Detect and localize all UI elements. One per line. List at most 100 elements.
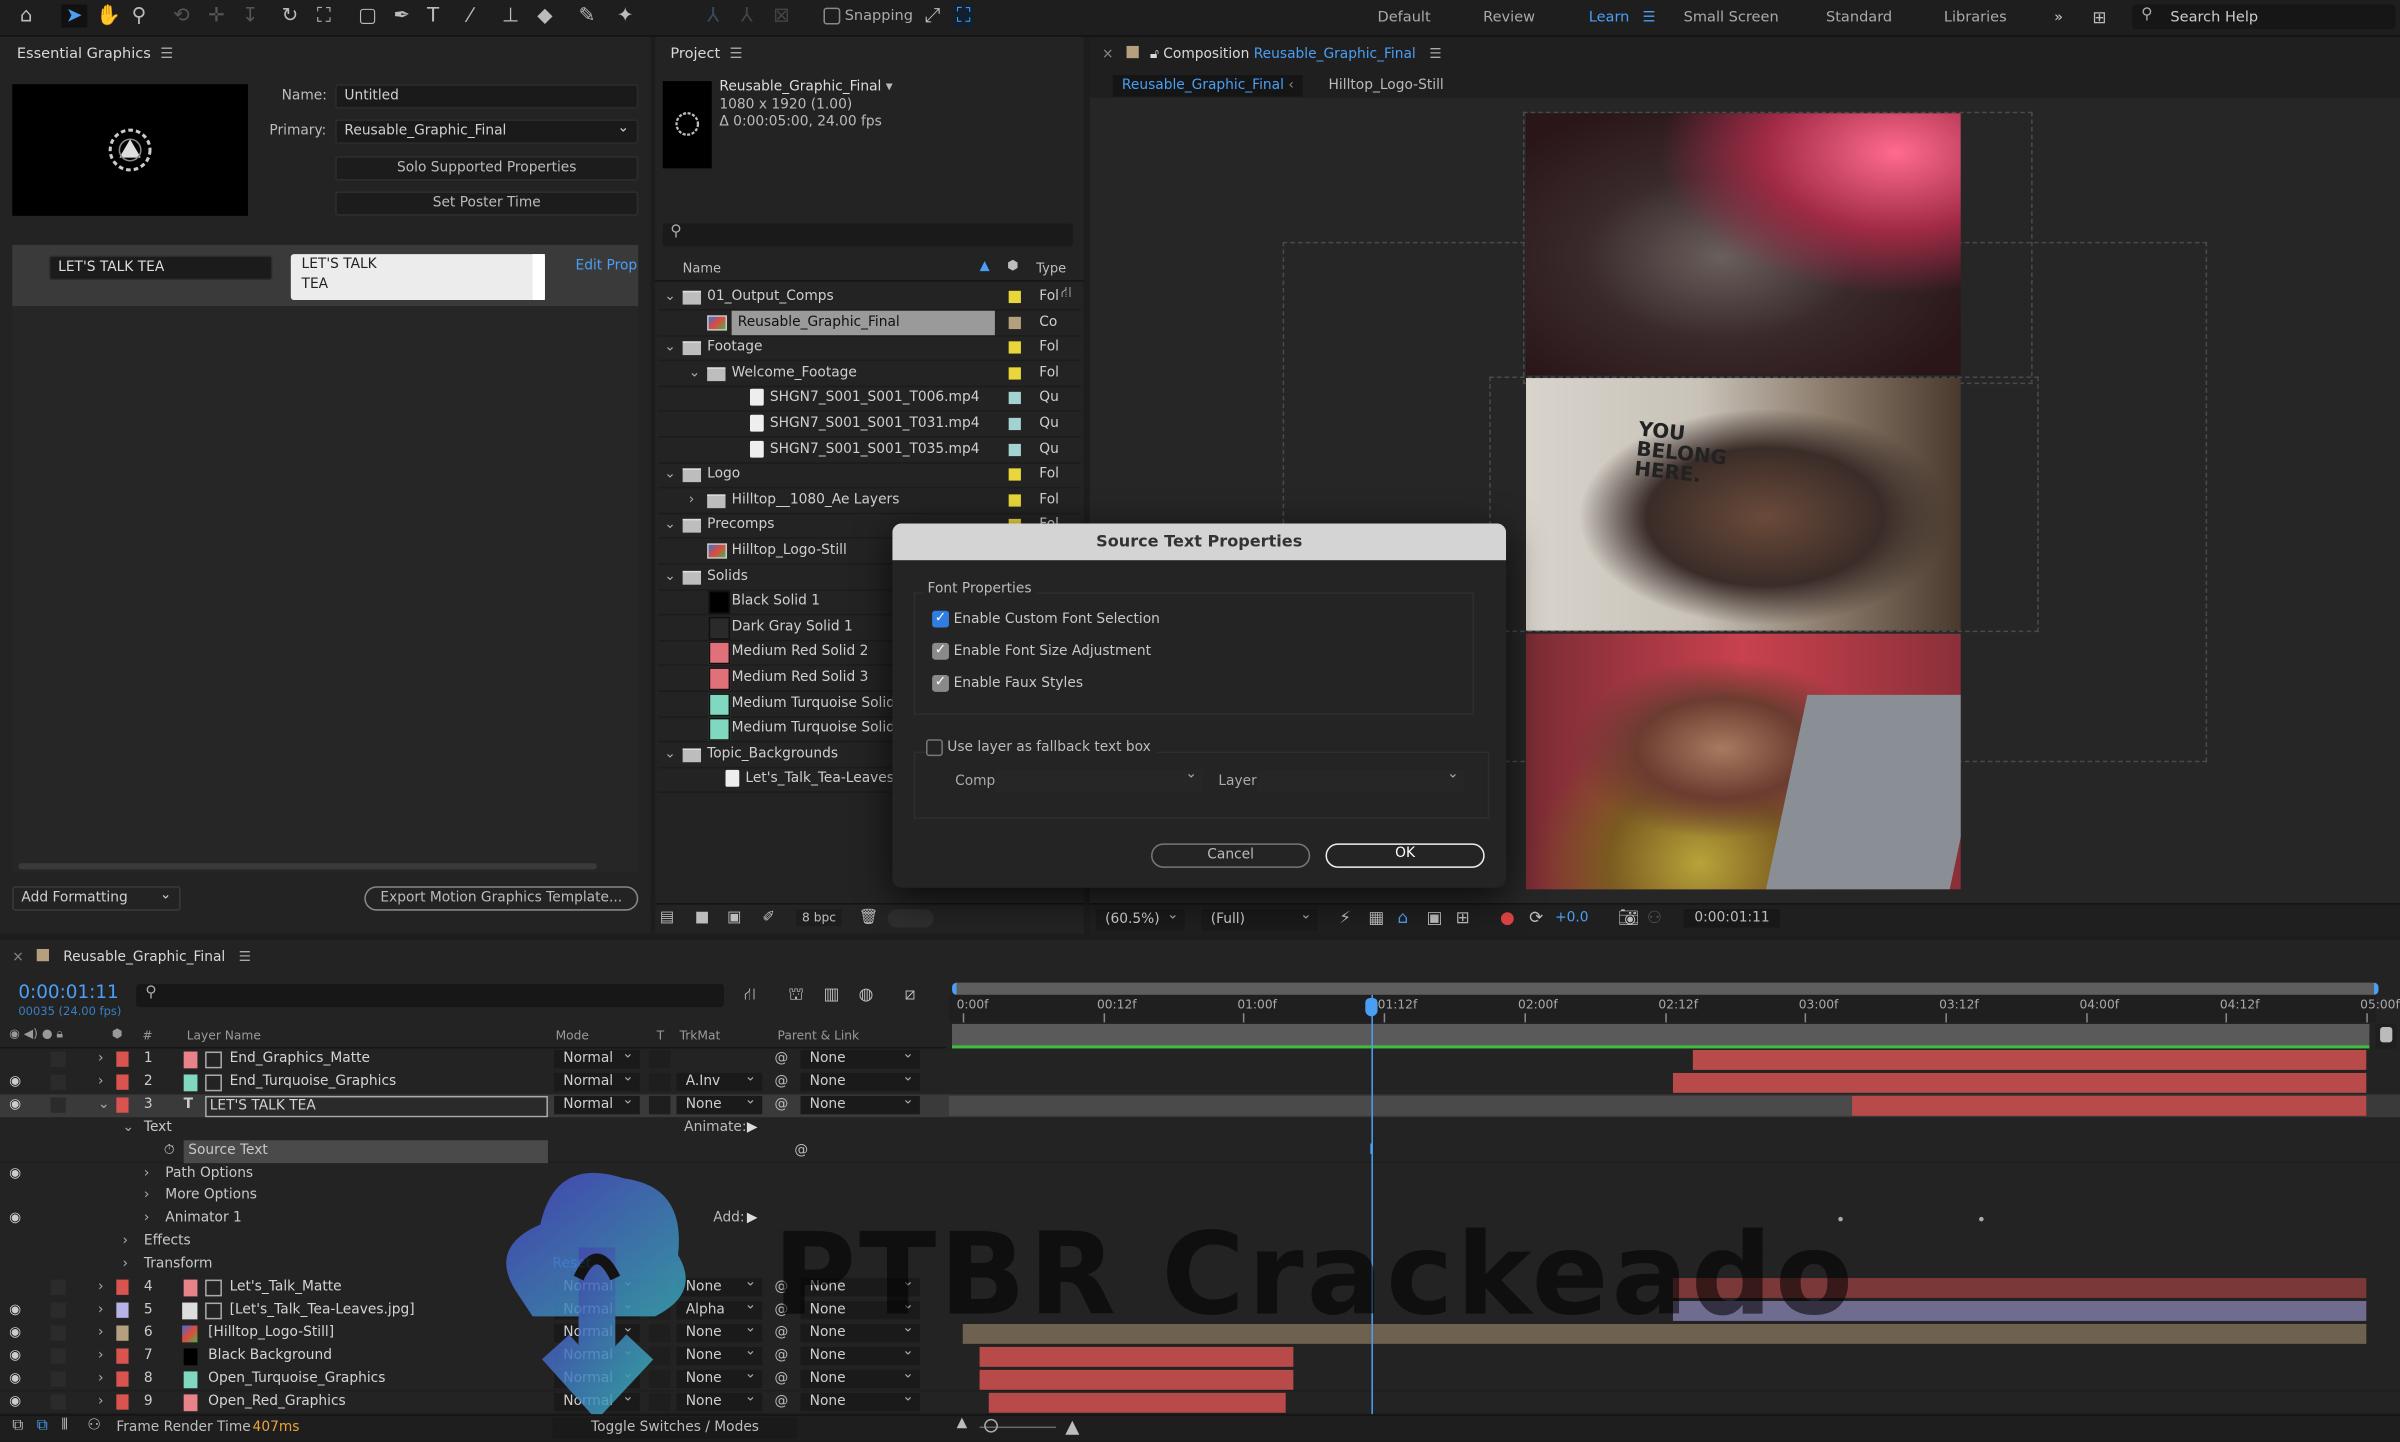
timeline-search-input[interactable]: ⚲ (136, 984, 724, 1008)
panel-menu-icon[interactable]: ☰ (1429, 47, 1441, 62)
preserve-transparency-switch[interactable] (648, 1072, 671, 1092)
zoom-in-icon[interactable]: ▲ (1065, 1416, 1079, 1437)
search-help-input[interactable]: ⚲ Search Help (2132, 4, 2396, 30)
current-timecode[interactable]: 0:00:01:11 (18, 981, 118, 1002)
pick-whip-icon[interactable]: @ (774, 1391, 788, 1414)
disclosure-closed-icon[interactable]: › (122, 1231, 128, 1254)
project-item[interactable]: SHGN7_S001_S001_T006.mp4 Qu (658, 386, 1081, 413)
workspace-tab-default[interactable]: Default (1378, 9, 1431, 26)
layer-duration-bar[interactable] (979, 1369, 1294, 1390)
brush-tool-icon[interactable]: ⁄ (468, 5, 471, 28)
label-color-swatch[interactable] (1008, 443, 1021, 456)
disclosure-open-icon[interactable]: ⌄ (664, 463, 676, 487)
layer-row[interactable]: ◉ › 2 End_Turquoise_Graphics Normal A.Inv @ Non… (0, 1068, 2400, 1096)
disclosure-closed-icon[interactable]: › (122, 1254, 128, 1277)
parent-dropdown[interactable]: None (800, 1045, 920, 1069)
solo-switch[interactable] (50, 1393, 66, 1409)
layer-row[interactable]: › 1 End_Graphics_Matte Normal @ None (0, 1045, 2400, 1073)
roto-brush-icon[interactable]: ✎ (579, 5, 596, 28)
pan-behind-icon[interactable]: ⛶ (317, 5, 331, 28)
label-color-swatch[interactable] (116, 1347, 129, 1364)
in-out-icon[interactable]: ⦀ (61, 1417, 68, 1434)
playhead-handle[interactable] (1365, 997, 1379, 1017)
render-time-icon[interactable]: ⚇ (87, 1417, 101, 1434)
project-settings-icon[interactable]: ✐ (762, 909, 775, 926)
axis-world-icon[interactable]: ⅄ (741, 5, 753, 28)
solo-switch[interactable] (50, 1347, 66, 1364)
dialog-option[interactable]: ✓ Enable Font Size Adjustment (932, 642, 1151, 660)
parent-dropdown[interactable]: None (800, 1365, 920, 1388)
cancel-button[interactable]: Cancel (1151, 843, 1311, 868)
column-mode[interactable]: Mode (556, 1029, 589, 1043)
parent-dropdown[interactable]: None (800, 1342, 920, 1365)
workspace-tab-libraries[interactable]: Libraries (1944, 9, 2007, 26)
label-color-swatch[interactable] (1008, 341, 1021, 354)
axis-local-icon[interactable]: ⅄ (707, 5, 719, 28)
home-icon[interactable]: ⌂ (20, 5, 33, 28)
pick-whip-icon[interactable]: @ (774, 1345, 788, 1368)
eraser-tool-icon[interactable]: ◆ (537, 5, 552, 28)
solo-switch[interactable] (50, 1302, 66, 1318)
label-color-swatch[interactable] (116, 1097, 129, 1113)
text-scrollbar[interactable] (532, 254, 545, 300)
sort-ascending-icon[interactable]: ▲ (980, 259, 990, 274)
bit-depth-button[interactable]: 8 bpc (795, 909, 843, 927)
disclosure-open-icon[interactable]: ⌄ (664, 742, 676, 766)
layer-switches-icon[interactable]: ⧉ (12, 1417, 23, 1434)
disclosure-open-icon[interactable]: ⌄ (689, 361, 701, 385)
panel-menu-icon[interactable]: ☰ (160, 46, 173, 63)
disclosure-open-icon[interactable]: ⌄ (664, 335, 676, 359)
pick-whip-icon[interactable]: @ (774, 1048, 788, 1071)
frame-blending-icon[interactable]: ▥ (823, 984, 839, 1004)
toggle-switches-modes-button[interactable]: Toggle Switches / Modes (552, 1417, 798, 1439)
label-color-swatch[interactable] (116, 1325, 129, 1341)
mode-dropdown[interactable]: Normal (554, 1091, 640, 1114)
workspace-tab-learn[interactable]: Learn (1589, 9, 1630, 26)
fast-previews-icon[interactable]: ⚡ (1339, 908, 1351, 928)
new-folder-icon[interactable]: ■ (695, 909, 709, 926)
snapshot-camera-icon[interactable]: 📷︎ (1618, 908, 1639, 928)
eye-icon[interactable]: ◉ (9, 1368, 21, 1391)
label-color-swatch[interactable] (1008, 494, 1021, 507)
layer-name[interactable]: Black Background (208, 1345, 332, 1368)
label-color-swatch[interactable] (116, 1302, 129, 1318)
eye-icon[interactable]: ◉ (9, 1345, 21, 1368)
column-layer-name[interactable]: Layer Name (187, 1029, 261, 1043)
horizontal-scrollbar[interactable] (18, 863, 597, 870)
project-item[interactable]: Reusable_Graphic_Final Co (658, 310, 1081, 337)
add-menu-icon[interactable]: ▶ (747, 1208, 758, 1231)
preserve-transparency-switch[interactable] (648, 1049, 671, 1069)
label-color-swatch[interactable] (1008, 392, 1021, 405)
property-row[interactable]: ◉ › Path Options (0, 1162, 2400, 1187)
preserve-transparency-switch[interactable] (648, 1095, 671, 1114)
disclosure-closed-icon[interactable]: › (689, 488, 695, 512)
time-ruler[interactable]: 0:00f 00:12f 01:00f 01:12f 02:00f 02:12f 03:00… (948, 994, 2400, 1023)
mode-dropdown[interactable]: Normal (554, 1045, 640, 1069)
workspace-settings-icon[interactable]: ⊞ (2092, 8, 2106, 28)
disclosure-open-icon[interactable]: ⌄ (664, 513, 676, 537)
add-formatting-dropdown[interactable]: Add Formatting ⌄ (12, 886, 181, 911)
project-item[interactable]: SHGN7_S001_S001_T031.mp4 Qu (658, 412, 1081, 438)
snapping-toggle[interactable]: Snapping (823, 7, 913, 25)
disclosure-closed-icon[interactable]: › (98, 1368, 104, 1391)
zoom-tool-icon[interactable]: ⚲ (132, 5, 147, 28)
eye-icon[interactable]: ◉ (9, 1071, 21, 1094)
layer-duration-bar[interactable] (979, 1346, 1294, 1367)
disclosure-closed-icon[interactable]: › (98, 1277, 104, 1300)
resolution-dropdown[interactable]: (Full) (1201, 905, 1318, 931)
disclosure-closed-icon[interactable]: › (98, 1299, 104, 1322)
layer-dropdown[interactable] (1256, 765, 1465, 793)
puppet-pin-icon[interactable]: ✦ (617, 5, 634, 28)
breadcrumb-item-hilltop[interactable]: Hilltop_Logo-Still (1329, 78, 1444, 93)
composition-tab[interactable]: × 🔓︎ Composition Reusable_Graphic_Final … (1102, 45, 1442, 63)
solo-switch[interactable] (50, 1325, 66, 1341)
column-type[interactable]: Type (1036, 262, 1066, 277)
layer-row[interactable]: ◉›7Black BackgroundNormalNone@None (0, 1342, 2400, 1370)
eye-icon[interactable]: ◉ (9, 1208, 21, 1231)
column-t[interactable]: T (657, 1029, 664, 1043)
time-navigator[interactable] (952, 982, 2379, 995)
zoom-out-icon[interactable]: ▲ (957, 1416, 968, 1431)
workspace-menu-icon[interactable]: ☰ (1642, 9, 1655, 26)
parent-dropdown[interactable]: None (800, 1068, 920, 1092)
disclosure-closed-icon[interactable]: › (144, 1185, 150, 1208)
